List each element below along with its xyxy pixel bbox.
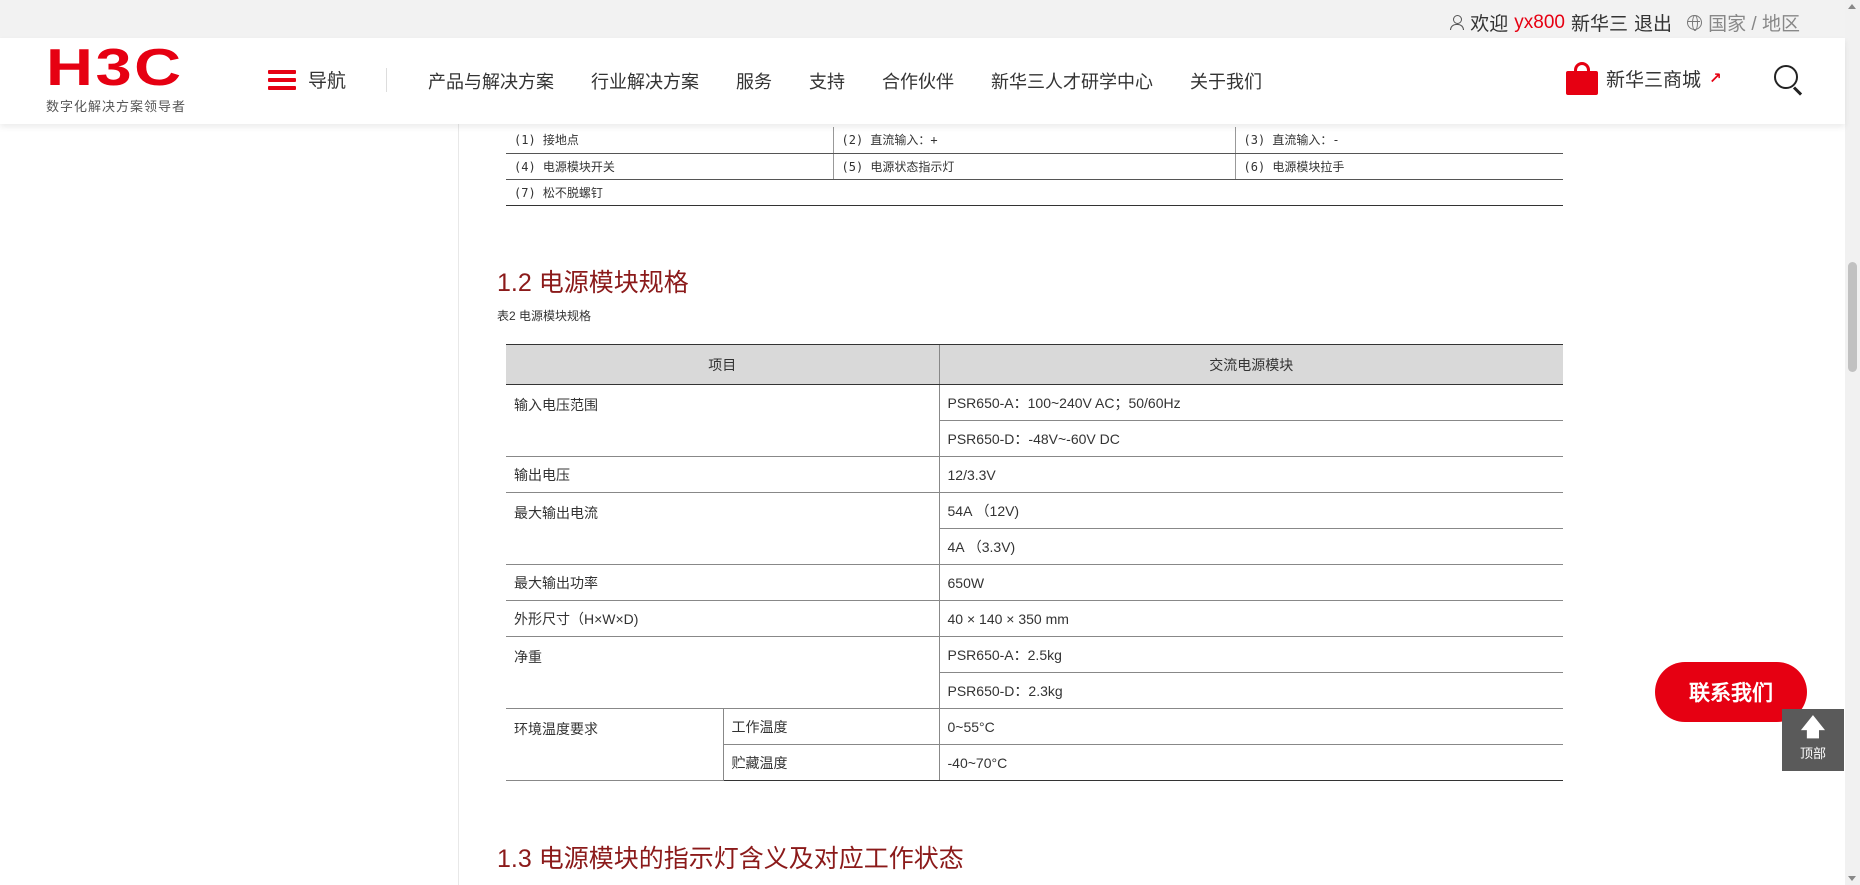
h3c-logo[interactable]: H3C 数字化解决方案领导者: [46, 42, 206, 115]
scroll-down-icon[interactable]: [1848, 876, 1856, 881]
row-label: 最大输出功率: [506, 564, 939, 601]
back-to-top-label: 顶部: [1799, 746, 1826, 761]
column-header: 项目: [506, 344, 939, 385]
menu-item-products[interactable]: 产品与解决方案: [428, 68, 554, 94]
table-row: 最大输出功率 650W: [506, 564, 1563, 601]
row-sublabel: 贮藏温度: [722, 744, 939, 781]
row-label: 外形尺寸（H×W×D): [506, 600, 939, 637]
row-label: 输入电压范围: [506, 384, 939, 457]
logo-mark: H3C: [46, 39, 184, 97]
row-value: -40~70°C: [938, 744, 1563, 781]
legend-cell: (2) 直流输入：+: [832, 127, 1235, 154]
back-to-top-button[interactable]: 🡅 顶部: [1782, 709, 1844, 771]
row-label: 最大输出电流: [506, 492, 939, 565]
legend-cell: (1) 接地点: [506, 127, 833, 154]
menu-item-support[interactable]: 支持: [809, 68, 845, 94]
table-header-row: 项目 交流电源模块: [506, 344, 1563, 385]
nav-menu-button[interactable]: 导航: [268, 66, 346, 93]
table-row: 输入电压范围 PSR650-A：100~240V AC；50/60Hz: [506, 384, 1563, 457]
legend-cell: (3) 直流输入：-: [1234, 127, 1563, 154]
menu-item-industry[interactable]: 行业解决方案: [591, 68, 699, 94]
nav-menu-label: 导航: [308, 71, 347, 92]
hamburger-icon: [268, 69, 296, 90]
row-value: PSR650-D：2.3kg: [938, 672, 1563, 709]
shopping-bag-icon: [1566, 62, 1598, 95]
row-value: PSR650-D：-48V~-60V DC: [938, 420, 1563, 457]
left-panel: [0, 124, 459, 885]
table-row: (4) 电源模块开关 (5) 电源状态指示灯 (6) 电源模块拉手: [506, 153, 1563, 180]
table-row: 净重 PSR650-A：2.5kg: [506, 636, 1563, 709]
spec-table: 项目 交流电源模块 输入电压范围 PSR650-A：100~240V AC；50…: [506, 344, 1563, 781]
row-value: 4A （3.3V): [938, 528, 1563, 565]
row-value: PSR650-A：2.5kg: [938, 636, 1563, 673]
main-header: H3C 数字化解决方案领导者 导航 产品与解决方案 行业解决方案 服务 支持 合…: [0, 38, 1845, 124]
globe-icon: [1687, 15, 1703, 31]
row-value: 12/3.3V: [938, 456, 1563, 493]
user-status: 欢迎 yx800 新华三 退出: [1450, 9, 1672, 36]
row-value: 54A （12V): [938, 492, 1563, 529]
org-name: 新华三: [1570, 14, 1628, 35]
table-row: (7) 松不脱螺钉: [506, 179, 1563, 206]
table-row: (1) 接地点 (2) 直流输入：+ (3) 直流输入：-: [506, 127, 1563, 154]
region-selector[interactable]: 国家 / 地区: [1687, 9, 1800, 36]
row-label: 净重: [506, 636, 939, 709]
external-link-icon: ↗: [1709, 70, 1722, 87]
legend-cell: (6) 电源模块拉手: [1234, 153, 1563, 180]
row-label: 输出电压: [506, 456, 939, 493]
legend-cell: (5) 电源状态指示灯: [832, 153, 1235, 180]
column-header: 交流电源模块: [938, 344, 1563, 385]
menu-item-about[interactable]: 关于我们: [1190, 68, 1262, 94]
nav-divider: [386, 68, 387, 92]
row-value: 0~55°C: [938, 708, 1563, 745]
utility-bar: 欢迎 yx800 新华三 退出 国家 / 地区: [0, 0, 1860, 38]
table-row: 外形尺寸（H×W×D) 40 × 140 × 350 mm: [506, 600, 1563, 637]
section-1-2-heading: 1.2 电源模块规格: [497, 269, 689, 297]
scroll-up-icon[interactable]: [1848, 4, 1856, 9]
logo-slogan: 数字化解决方案领导者: [46, 99, 187, 114]
row-sublabel: 工作温度: [722, 708, 939, 745]
table-row: 输出电压 12/3.3V: [506, 456, 1563, 493]
legend-cell: (4) 电源模块开关: [506, 153, 833, 180]
row-value: 650W: [938, 564, 1563, 601]
table-caption: 表2 电源模块规格: [497, 309, 592, 323]
menu-item-service[interactable]: 服务: [736, 68, 772, 94]
mall-link[interactable]: 新华三商城 ↗: [1566, 62, 1722, 95]
page-scrollbar[interactable]: [1845, 0, 1860, 885]
figure-legend-table: (1) 接地点 (2) 直流输入：+ (3) 直流输入：- (4) 电源模块开关…: [506, 127, 1563, 206]
main-menu: 产品与解决方案 行业解决方案 服务 支持 合作伙伴 新华三人才研学中心 关于我们: [428, 68, 1299, 94]
row-label: 环境温度要求: [506, 708, 723, 781]
table-row: 环境温度要求 工作温度 0~55°C: [506, 708, 1563, 781]
table-row: 最大输出电流 54A （12V): [506, 492, 1563, 565]
logout-link[interactable]: 退出: [1634, 9, 1672, 36]
legend-cell: (7) 松不脱螺钉: [506, 179, 1563, 206]
menu-item-partners[interactable]: 合作伙伴: [882, 68, 954, 94]
username-link[interactable]: yx800: [1514, 12, 1565, 34]
region-label: 国家 / 地区: [1708, 14, 1800, 35]
section-1-3-heading: 1.3 电源模块的指示灯含义及对应工作状态: [497, 845, 964, 873]
scroll-thumb[interactable]: [1848, 262, 1857, 372]
mall-label: 新华三商城: [1606, 69, 1702, 91]
row-value: PSR650-A：100~240V AC；50/60Hz: [938, 384, 1563, 421]
arrow-up-icon: 🡅: [1800, 714, 1826, 741]
row-value: 40 × 140 × 350 mm: [938, 600, 1563, 637]
welcome-text: 欢迎: [1470, 14, 1509, 35]
search-button[interactable]: [1774, 65, 1804, 96]
menu-item-talent[interactable]: 新华三人才研学中心: [991, 68, 1153, 94]
person-icon: [1450, 15, 1465, 30]
